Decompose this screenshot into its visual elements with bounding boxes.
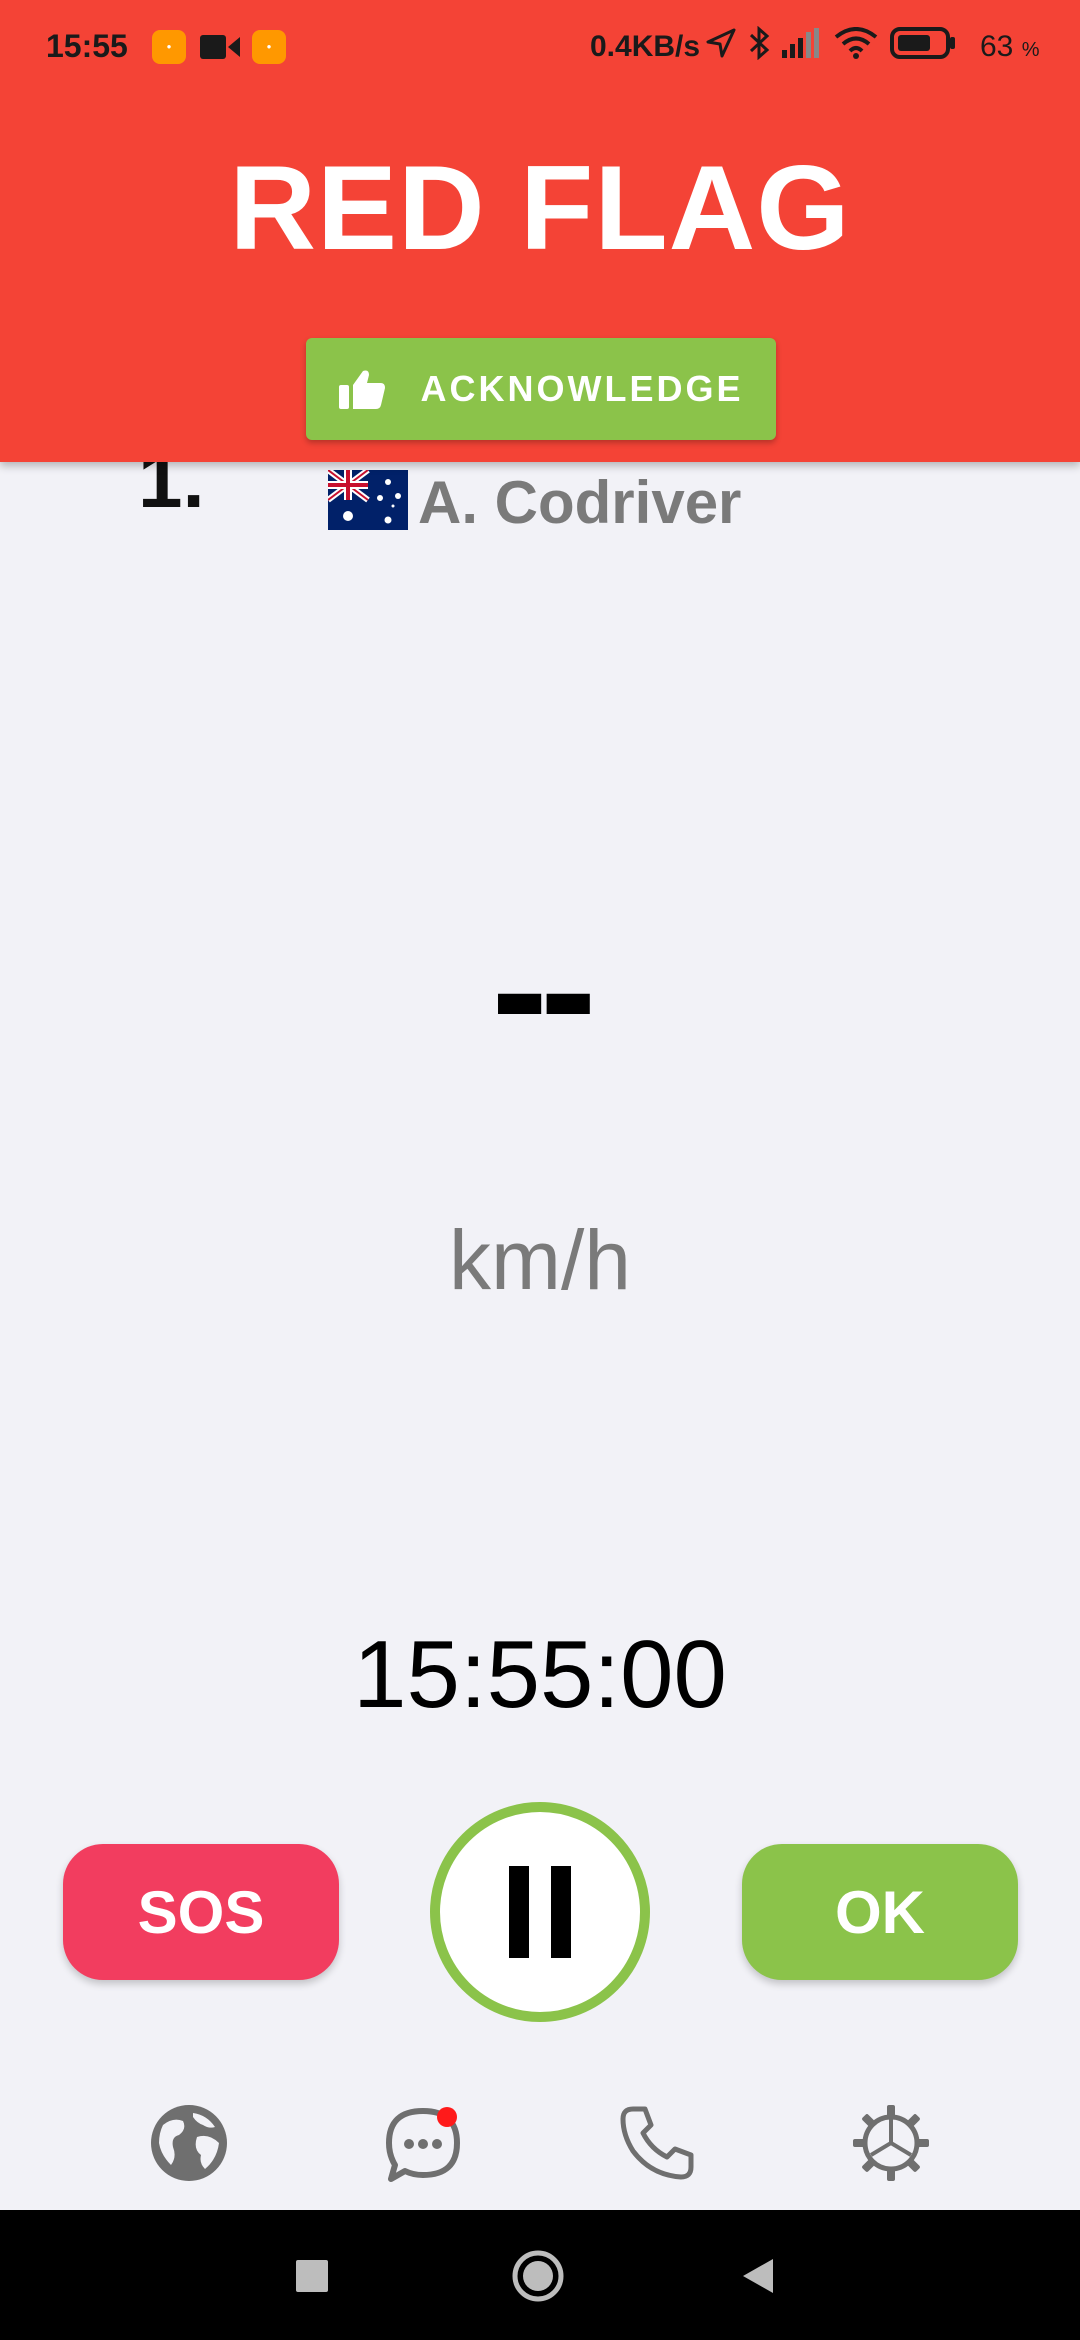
system-navigation-bar: [0, 2210, 1080, 2340]
ok-button[interactable]: OK: [742, 1844, 1018, 1980]
australia-flag-icon: [326, 467, 408, 535]
bluetooth-icon: [748, 25, 770, 68]
tab-map[interactable]: [144, 2100, 234, 2190]
app-badge-icon: ●: [252, 30, 286, 64]
notification-dot: [437, 2107, 457, 2127]
back-button[interactable]: [728, 2248, 788, 2308]
signal-icon: [782, 28, 822, 66]
acknowledge-label: ACKNOWLEDGE: [420, 368, 744, 409]
thumbs-up-icon: [338, 369, 385, 409]
status-bar: 15:55 ● ● 0.4KB/s 63 %: [0, 0, 1080, 96]
home-circle-icon: [511, 2249, 565, 2308]
clock: 15:55:00: [353, 1621, 727, 1728]
pause-icon: [509, 1866, 571, 1958]
location-arrow-icon: [706, 28, 736, 66]
battery-icon: [890, 27, 956, 67]
phone-icon: [617, 2103, 697, 2188]
driver-name: A. Codriver: [418, 468, 742, 536]
tab-chat[interactable]: [378, 2100, 468, 2190]
battery-percent: 63 %: [980, 30, 1040, 63]
tab-call[interactable]: [612, 2100, 702, 2190]
driver-row: A. Codriver: [326, 462, 742, 542]
tab-settings[interactable]: [846, 2100, 936, 2190]
chat-icon: [383, 2105, 463, 2185]
acknowledge-button[interactable]: ACKNOWLEDGE: [306, 338, 776, 440]
speed-value: --: [491, 895, 596, 1085]
status-icons: [706, 25, 956, 68]
home-button[interactable]: [508, 2248, 568, 2308]
sos-label: SOS: [137, 1878, 265, 1946]
network-speed: 0.4KB/s: [590, 30, 701, 63]
ok-label: OK: [835, 1878, 925, 1946]
video-camera-icon: [200, 32, 240, 69]
red-flag-banner: 15:55 ● ● 0.4KB/s 63 % RED FLAG ACKNOWLE…: [0, 0, 1080, 462]
settings-gear-icon: [851, 2103, 931, 2188]
status-time: 15:55: [46, 28, 128, 64]
recents-button[interactable]: [282, 2248, 342, 2308]
bottom-tab-bar: [0, 2060, 1080, 2210]
wifi-icon: [834, 27, 878, 67]
speed-unit: km/h: [448, 1213, 632, 1307]
globe-icon: [149, 2103, 229, 2188]
flag-title: RED FLAG: [229, 141, 851, 275]
sos-button[interactable]: SOS: [63, 1844, 339, 1980]
back-triangle-icon: [741, 2257, 775, 2300]
recents-square-icon: [295, 2259, 329, 2298]
pause-button[interactable]: [430, 1802, 650, 2022]
app-badge-icon: ●: [152, 30, 186, 64]
